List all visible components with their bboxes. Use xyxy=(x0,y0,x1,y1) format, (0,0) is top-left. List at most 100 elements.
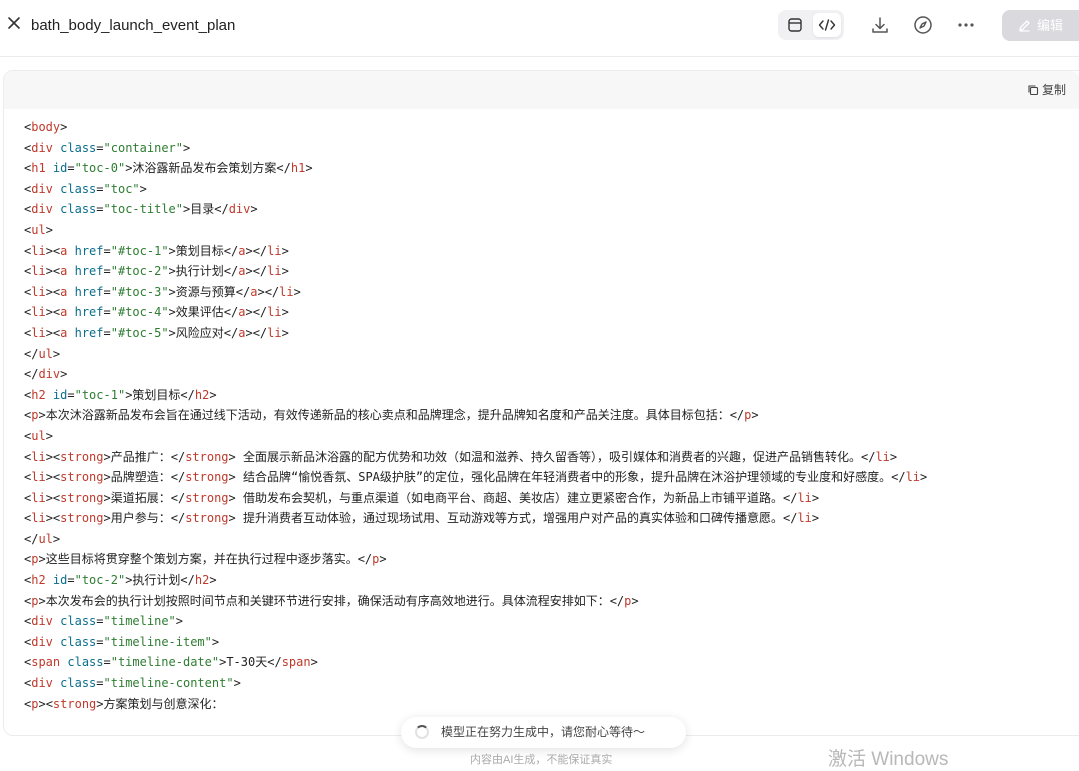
code-token: h1 xyxy=(31,161,46,176)
code-token: = xyxy=(67,161,75,176)
code-token: div xyxy=(31,676,53,691)
divider xyxy=(0,56,1079,57)
code-line: <h1 id="toc-0">沐浴露新品发布会策划方案</h1> xyxy=(24,158,927,179)
code-line: </div> xyxy=(24,364,927,385)
code-token: ul xyxy=(38,346,53,361)
code-token: ul xyxy=(31,428,46,443)
code-token: li xyxy=(279,284,294,299)
code-token: class xyxy=(60,181,97,196)
code-token: >资源与预算</ xyxy=(168,284,251,299)
code-token: >目录</ xyxy=(183,202,229,217)
copy-button[interactable]: 复制 xyxy=(1027,81,1066,98)
code-token: >产品推广：</ xyxy=(103,449,186,464)
code-token: class xyxy=(60,634,97,649)
code-token: > 结合品牌“愉悦香氛、SPA级护肤”的定位，强化品牌在年轻消费者中的形象，提升… xyxy=(228,470,906,485)
code-token: div xyxy=(31,202,53,217)
code-token: >< xyxy=(38,696,53,711)
code-token: li xyxy=(31,305,46,320)
close-icon[interactable] xyxy=(6,16,22,34)
code-line: <p><strong>方案策划与创意深化： xyxy=(24,694,927,715)
code-line: <p>本次沐浴露新品发布会旨在通过线下活动，有效传递新品的核心卖点和品牌理念，提… xyxy=(24,405,927,426)
code-token: "timeline-item" xyxy=(103,634,212,649)
loading-text: 模型正在努力生成中，请您耐心等待～ xyxy=(441,725,646,739)
code-token: li xyxy=(31,470,46,485)
code-token: >本次沐浴露新品发布会旨在通过线下活动，有效传递新品的核心卖点和品牌理念，提升品… xyxy=(38,408,745,423)
code-block[interactable]: <body> <div class="container"> <h1 id="toc… xyxy=(24,117,927,714)
code-token: > xyxy=(175,614,183,629)
code-token: >渠道拓展：</ xyxy=(103,490,186,505)
code-line: <li><a href="#toc-1">策划目标</a></li> xyxy=(24,241,927,262)
more-options-icon[interactable] xyxy=(954,13,978,37)
code-token: ul xyxy=(38,531,53,546)
preview-mode-button[interactable] xyxy=(781,13,809,37)
code-token: >用户参与：</ xyxy=(103,511,186,526)
code-token: >这些目标将贯穿整个策划方案，并在执行过程中逐步落实。</ xyxy=(38,552,373,567)
code-token: href xyxy=(74,243,104,258)
code-token: = xyxy=(103,264,111,279)
code-token: "toc-0" xyxy=(74,161,126,176)
code-token: >< xyxy=(45,490,61,505)
download-icon[interactable] xyxy=(868,13,892,37)
edit-button[interactable]: 编辑 xyxy=(1002,10,1079,41)
code-token: "#toc-2" xyxy=(110,264,169,279)
code-line: <ul> xyxy=(24,220,927,241)
code-token: </ xyxy=(24,531,39,546)
compass-icon[interactable] xyxy=(911,13,935,37)
code-token: ></ xyxy=(245,325,268,340)
code-token: "#toc-5" xyxy=(110,325,169,340)
code-token: "toc-title" xyxy=(103,202,183,217)
code-token: = xyxy=(96,676,104,691)
code-token: >< xyxy=(45,264,61,279)
code-token: = xyxy=(67,387,75,402)
code-token: >策划目标</ xyxy=(125,387,195,402)
pencil-icon xyxy=(1019,20,1030,32)
code-token: "timeline-date" xyxy=(110,655,220,670)
code-token: "#toc-1" xyxy=(110,243,169,258)
code-token: > xyxy=(811,490,820,505)
code-token: strong xyxy=(185,511,229,526)
code-token: >本次发布会的执行计划按照时间节点和关键环节进行安排，确保活动有序高效地进行。具… xyxy=(38,593,625,608)
code-token: href xyxy=(74,325,104,340)
copy-button-label: 复制 xyxy=(1042,83,1067,97)
code-token: "toc-1" xyxy=(74,387,126,402)
code-token: > xyxy=(233,676,241,691)
windows-activation-watermark: 激活 Windows xyxy=(828,749,949,770)
code-token: li xyxy=(875,449,890,464)
code-token: li xyxy=(31,284,46,299)
code-token: > xyxy=(183,140,191,155)
code-token: > xyxy=(889,449,898,464)
code-token: > xyxy=(920,470,928,485)
code-token: >执行计划</ xyxy=(125,573,195,588)
code-token: "timeline" xyxy=(103,614,176,629)
code-token: = xyxy=(103,243,111,258)
code-token: body xyxy=(31,120,61,134)
code-token: = xyxy=(103,655,111,670)
code-token: > xyxy=(281,325,289,340)
code-token: li xyxy=(797,490,812,505)
code-token: class xyxy=(60,140,97,155)
document-title: bath_body_launch_event_plan xyxy=(31,17,236,34)
code-token: li xyxy=(905,470,921,485)
code-token: strong xyxy=(60,470,104,485)
code-token: li xyxy=(31,490,46,505)
code-line: <div class="toc"> xyxy=(24,179,927,200)
code-token: > xyxy=(281,264,289,279)
code-line: <li><a href="#toc-2">执行计划</a></li> xyxy=(24,261,927,282)
preview-icon xyxy=(788,18,802,32)
view-mode-toggle xyxy=(778,10,844,40)
code-token: h1 xyxy=(290,161,306,176)
code-token: ></ xyxy=(245,264,268,279)
code-mode-button[interactable] xyxy=(813,13,841,37)
code-token: >< xyxy=(45,325,61,340)
code-line: <div class="timeline-item"> xyxy=(24,632,927,653)
code-token: li xyxy=(267,325,282,340)
code-token: >风险应对</ xyxy=(168,325,239,340)
code-token: h2 xyxy=(194,387,210,402)
code-line: </ul> xyxy=(24,344,927,365)
code-token: >T-30天</ xyxy=(219,655,282,670)
code-token: > xyxy=(281,305,289,320)
code-token: li xyxy=(31,264,46,279)
code-token: = xyxy=(103,305,111,320)
